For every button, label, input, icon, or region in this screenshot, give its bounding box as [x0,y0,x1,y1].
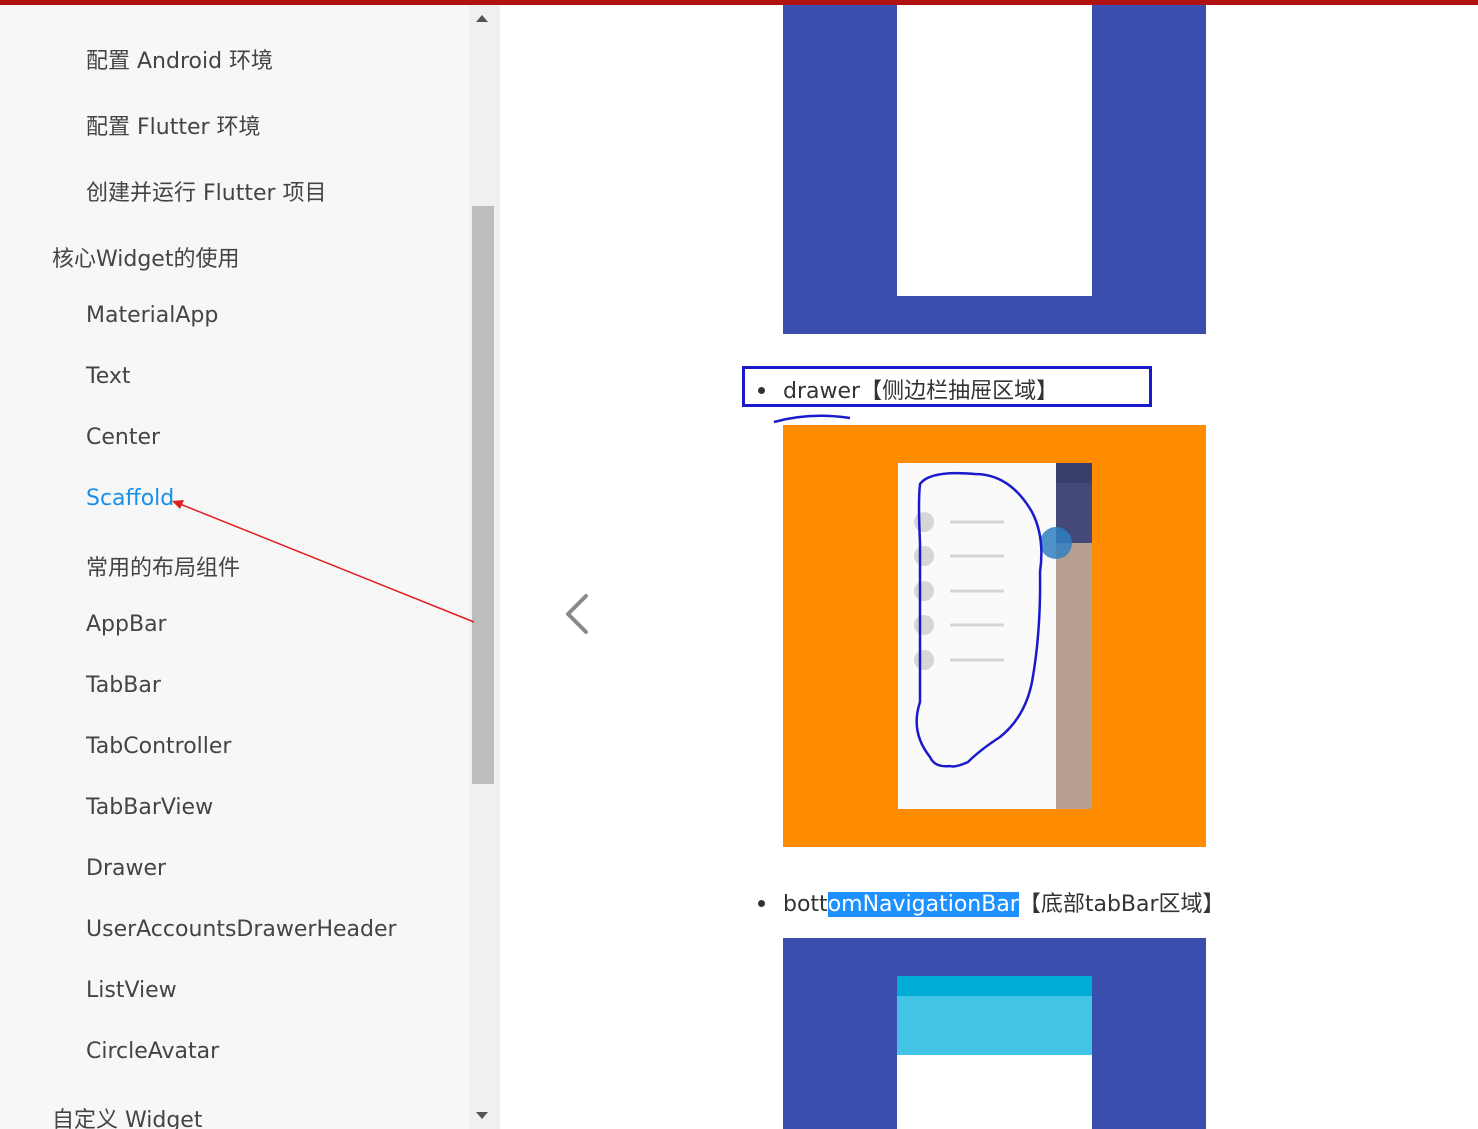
drawer-annotation-box [742,366,1152,407]
bottom-navigation-diagram [783,938,1206,1129]
bottom-nav-description: 【底部tabBar区域】 [1018,892,1225,917]
annotation-red-arrow [172,500,475,623]
drawer-diagram [773,414,1206,847]
scaffold-body-diagram [783,5,1206,334]
bullet-dot [758,899,765,907]
bottom-nav-term-prefix: bott [783,892,828,917]
previous-chevron-icon[interactable] [560,590,596,638]
selected-text-highlight[interactable]: omNavigationBar [827,892,1019,917]
bottom-navigation-bullet: bottomNavigationBar【底部tabBar区域】 [758,886,1225,918]
